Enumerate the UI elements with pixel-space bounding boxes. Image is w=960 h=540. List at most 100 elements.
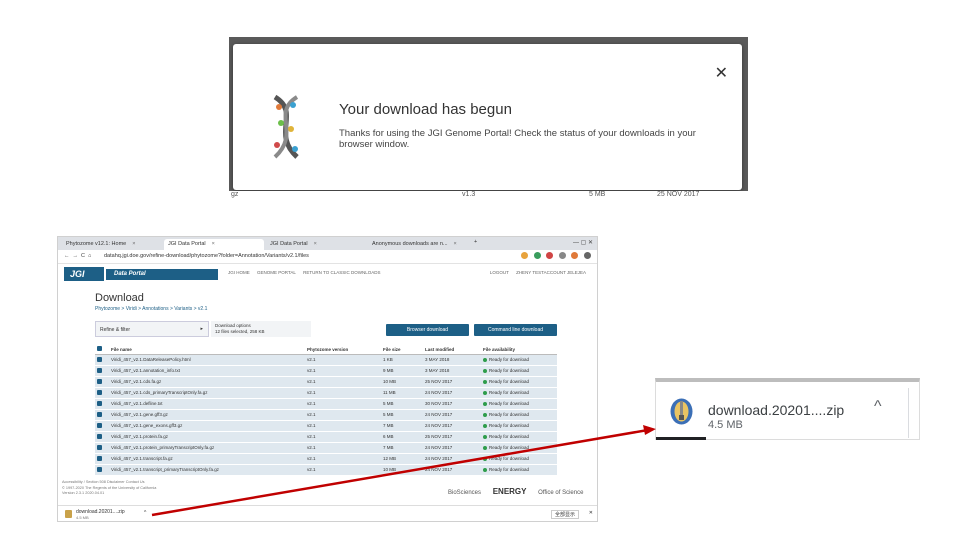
row-checkbox[interactable] (95, 376, 109, 388)
availability-cell: Ready for download (481, 365, 557, 377)
window-controls[interactable]: — ▢ ✕ (573, 239, 593, 246)
new-tab-icon[interactable]: + (474, 239, 477, 245)
command-line-download-button[interactable]: Command line download (474, 324, 557, 336)
extension-icon[interactable] (533, 252, 541, 259)
table-row[interactable]: Viridi_457_v2.1.annotation_info.txt v2.1 9… (95, 365, 557, 377)
chevron-up-icon[interactable]: ^ (144, 510, 146, 516)
row-checkbox[interactable] (95, 398, 109, 410)
row-checkbox[interactable] (95, 365, 109, 377)
table-row[interactable]: Viridi_457_v2.1.cds.fa.gz v2.1 10 MB 25 NOV… (95, 376, 557, 388)
link-jgi-home[interactable]: JGI HOME (228, 270, 250, 275)
availability-cell: Ready for download (481, 464, 557, 476)
file-name-cell[interactable]: Viridi_457_v2.1.cds_primaryTranscriptOnl… (109, 387, 305, 399)
row-checkbox[interactable] (95, 409, 109, 421)
check-icon (483, 412, 487, 417)
availability-label: Ready for download (489, 368, 530, 373)
file-name-cell[interactable]: Viridi_457_v2.1.annotation_info.txt (109, 365, 305, 377)
url-field[interactable]: datahq.jgi.doe.gov/refine-download/phyto… (104, 253, 309, 259)
row-file-name: gz (231, 191, 239, 198)
page-title: Download (95, 292, 144, 304)
table-row[interactable]: Viridi_457_v2.1.transcript_primaryTransc… (95, 464, 557, 476)
chevron-up-icon[interactable]: ^ (874, 398, 882, 416)
show-all-button[interactable]: 全部显示 (550, 510, 579, 519)
browser-download-button[interactable]: Browser download (386, 324, 469, 336)
modified-cell: 3 MAY 2018 (423, 354, 481, 366)
file-name-cell[interactable]: Viridi_457_v2.1.transcript_primaryTransc… (109, 464, 305, 476)
modified-cell: 24 NOV 2017 (423, 453, 481, 465)
close-icon[interactable]: ✕ (715, 66, 728, 82)
row-checkbox[interactable] (95, 420, 109, 432)
check-icon (483, 434, 487, 439)
table-row[interactable]: Viridi_457_v2.1.gene.gff3.gz v2.1 5 MB 24 N… (95, 409, 557, 421)
size-cell: 6 MB (381, 431, 423, 443)
file-name-cell[interactable]: Viridi_457_v2.1.cds.fa.gz (109, 376, 305, 388)
tab-label: JGI Data Portal (168, 241, 206, 247)
row-checkbox[interactable] (95, 387, 109, 399)
col-version[interactable]: Phytozome version (305, 345, 381, 355)
row-checkbox[interactable] (95, 464, 109, 476)
menu-icon[interactable] (584, 252, 591, 259)
nav-buttons[interactable]: ←→C⌂ (64, 253, 94, 259)
row-checkbox[interactable] (95, 453, 109, 465)
file-name-cell[interactable]: Viridi_457_v2.1.gene.gff3.gz (109, 409, 305, 421)
close-icon[interactable]: × (454, 241, 457, 247)
extension-icon[interactable] (546, 252, 554, 259)
logout-link[interactable]: LOGOUT (490, 270, 509, 275)
col-file-name[interactable]: File name (109, 345, 305, 355)
modal-message: Thanks for using the JGI Genome Portal! … (339, 128, 696, 151)
table-row[interactable]: Viridi_457_v2.1.transcript.fa.gz v2.1 12 M… (95, 453, 557, 465)
footer-line: Version 2.3.1 2020.04.01 (62, 491, 105, 496)
row-checkbox[interactable] (95, 354, 109, 366)
table-row[interactable]: Viridi_457_v2.1.protein.fa.gz v2.1 6 MB 25 … (95, 431, 557, 443)
file-name-cell[interactable]: Viridi_457_v2.1.defline.txt (109, 398, 305, 410)
close-icon[interactable]: ✕ (589, 510, 593, 516)
file-name-cell[interactable]: Viridi_457_v2.1.transcript.fa.gz (109, 453, 305, 465)
size-cell: 9 MB (381, 365, 423, 377)
table-row[interactable]: Viridi_457_v2.1.gene_exons.gff3.gz v2.1 7 … (95, 420, 557, 432)
file-name-cell[interactable]: Viridi_457_v2.1.DataReleasePolicy.html (109, 354, 305, 366)
file-name-cell[interactable]: Viridi_457_v2.1.protein.fa.gz (109, 431, 305, 443)
close-icon[interactable]: × (314, 241, 317, 247)
table-row[interactable]: Viridi_457_v2.1.protein_primaryTranscrip… (95, 442, 557, 454)
row-checkbox[interactable] (95, 442, 109, 454)
table-row[interactable]: Viridi_457_v2.1.cds_primaryTranscriptOnl… (95, 387, 557, 399)
file-name-cell[interactable]: Viridi_457_v2.1.protein_primaryTranscrip… (109, 442, 305, 454)
zoomed-download-item[interactable]: download.20201....zip 4.5 MB ^ (655, 378, 920, 440)
row-checkbox[interactable] (95, 431, 109, 443)
chevron-right-icon: ▸ (200, 326, 203, 332)
file-name-cell[interactable]: Viridi_457_v2.1.gene_exons.gff3.gz (109, 420, 305, 432)
divider (908, 388, 909, 438)
size-cell: 1 KB (381, 354, 423, 366)
tab-phytozome[interactable]: Phytozome v12.1: Home × (62, 239, 162, 250)
table-row[interactable]: Viridi_457_v2.1.DataReleasePolicy.html v2… (95, 354, 557, 366)
modified-cell: 3 MAY 2018 (423, 365, 481, 377)
modified-cell: 25 NOV 2017 (423, 376, 481, 388)
breadcrumb[interactable]: Phytozome > Viridi > Annotations > Varia… (95, 306, 207, 312)
extension-icon[interactable] (521, 252, 529, 259)
tab-jgi-data-portal-2[interactable]: JGI Data Portal × (266, 239, 366, 250)
jgi-logo[interactable]: JGI (64, 267, 104, 281)
select-all-checkbox[interactable] (95, 345, 109, 355)
zip-archive-icon (670, 398, 693, 425)
download-file-size: 4.5 MB (76, 515, 89, 520)
col-availability[interactable]: File availability (481, 345, 557, 355)
tab-jgi-data-portal[interactable]: JGI Data Portal × (164, 239, 264, 250)
zip-file-icon (65, 510, 72, 518)
refine-filter-button[interactable]: Refine & filter ▸ (95, 321, 209, 337)
close-icon[interactable]: × (132, 241, 135, 247)
avatar[interactable] (571, 252, 579, 259)
link-genome-portal[interactable]: GENOME PORTAL (257, 270, 296, 275)
link-classic-downloads[interactable]: RETURN TO CLASSIC DOWNLOADS (303, 270, 380, 275)
close-icon[interactable]: × (212, 241, 215, 247)
col-size[interactable]: File size (381, 345, 423, 355)
availability-cell: Ready for download (481, 354, 557, 366)
availability-cell: Ready for download (481, 453, 557, 465)
extension-icon[interactable] (558, 252, 566, 259)
user-name-link[interactable]: ZHENY TESTACCOUNT JELEJEA (516, 270, 586, 275)
tab-anonymous-downloads[interactable]: Anonymous downloads are n... × (368, 239, 472, 250)
table-row[interactable]: Viridi_457_v2.1.defline.txt v2.1 5 MB 30 NO… (95, 398, 557, 410)
modified-cell: 24 NOV 2017 (423, 464, 481, 476)
col-modified[interactable]: Last modified (423, 345, 481, 355)
data-portal-banner[interactable]: Data Portal (106, 269, 218, 280)
version-cell: v2.1 (305, 387, 381, 399)
